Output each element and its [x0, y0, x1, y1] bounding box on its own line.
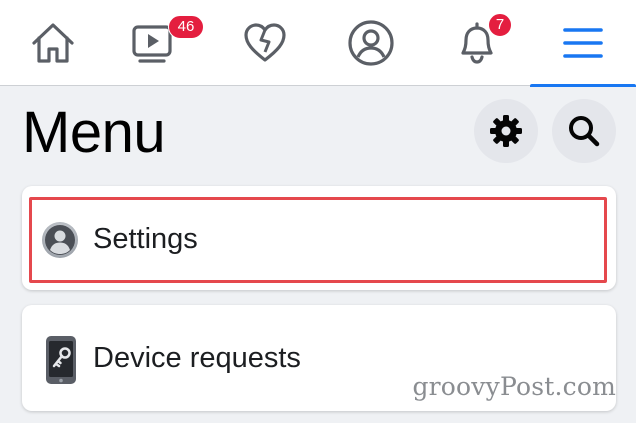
hamburger-icon	[563, 28, 603, 58]
profile-circle-icon	[41, 221, 79, 259]
watch-notification-badge: 46	[168, 15, 204, 39]
home-icon	[32, 23, 74, 63]
nav-home[interactable]	[0, 0, 106, 86]
settings-button[interactable]	[474, 99, 538, 163]
nav-profile[interactable]	[318, 0, 424, 86]
nav-menu[interactable]	[530, 0, 636, 87]
watermark: groovyPost.com	[412, 372, 616, 401]
search-icon	[569, 116, 600, 147]
nav-notifications[interactable]: 7	[424, 0, 530, 86]
settings-item-label[interactable]: Settings	[93, 222, 198, 256]
search-button[interactable]	[552, 99, 616, 163]
device-requests-item-label[interactable]: Device requests	[93, 341, 301, 375]
top-navigation-bar: 46 7	[0, 0, 636, 87]
heart-icon	[244, 23, 286, 62]
profile-icon	[348, 20, 394, 66]
page-title: Menu	[22, 100, 166, 165]
nav-watch[interactable]: 46	[106, 0, 212, 86]
phone-key-icon	[44, 335, 78, 385]
gear-icon	[490, 115, 522, 147]
notifications-badge: 7	[488, 13, 512, 37]
nav-dating[interactable]	[212, 0, 318, 86]
